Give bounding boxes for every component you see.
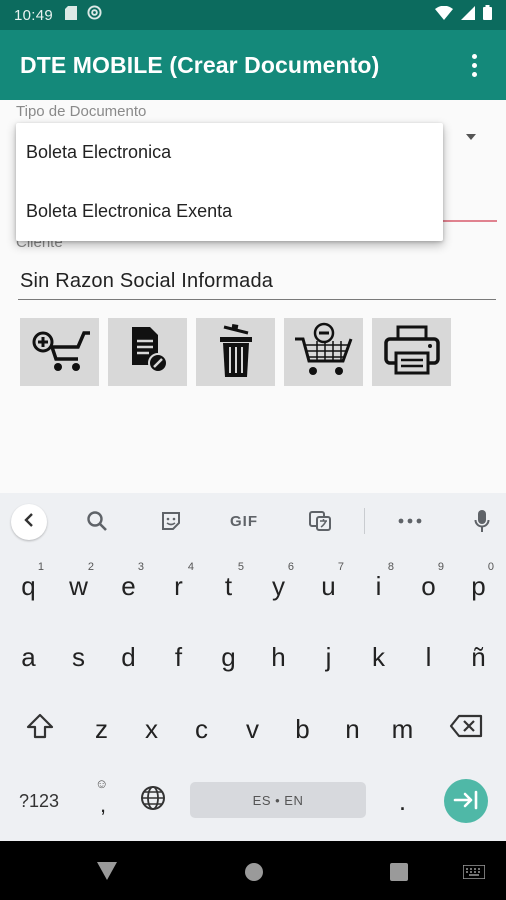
key-y[interactable]: y6 <box>254 561 303 611</box>
key-i[interactable]: i8 <box>354 561 403 611</box>
dropdown-option-boleta-exenta[interactable]: Boleta Electronica Exenta <box>16 182 443 241</box>
enter-key[interactable] <box>444 779 488 823</box>
back-triangle-icon[interactable] <box>97 862 117 885</box>
microphone-icon[interactable] <box>470 507 494 535</box>
signal-icon <box>461 5 475 25</box>
wifi-icon <box>435 5 453 25</box>
delete-button[interactable] <box>196 318 275 386</box>
key-c[interactable]: c <box>177 704 226 754</box>
keyboard-toolbar: GIF <box>0 493 506 549</box>
emoji-hint-icon: ☺ <box>95 776 109 791</box>
print-button[interactable] <box>372 318 451 386</box>
key-x[interactable]: x <box>127 704 176 754</box>
status-time: 10:49 <box>14 6 54 24</box>
sd-card-icon <box>65 5 78 25</box>
key-t[interactable]: t5 <box>204 561 253 611</box>
more-vert-icon[interactable] <box>462 45 486 85</box>
shift-icon <box>26 713 54 746</box>
search-icon[interactable] <box>84 507 110 535</box>
cliente-input[interactable]: Sin Razon Social Informada <box>20 270 496 300</box>
shift-key[interactable] <box>12 704 68 754</box>
battery-icon <box>483 5 492 25</box>
home-circle-icon[interactable] <box>244 862 264 887</box>
printer-icon <box>382 323 442 382</box>
space-key[interactable]: ES • EN <box>190 782 366 818</box>
key-a[interactable]: a <box>4 632 53 682</box>
key-g[interactable]: g <box>204 632 253 682</box>
remove-from-cart-icon <box>291 321 357 384</box>
key-o[interactable]: o9 <box>404 561 453 611</box>
key-k[interactable]: k <box>354 632 403 682</box>
add-to-cart-icon <box>28 323 92 382</box>
key-v[interactable]: v <box>228 704 277 754</box>
key-p[interactable]: p0 <box>454 561 503 611</box>
add-to-cart-button[interactable] <box>20 318 99 386</box>
recents-square-icon[interactable] <box>390 863 408 886</box>
keyboard-collapse-button[interactable] <box>11 504 47 540</box>
key-h[interactable]: h <box>254 632 303 682</box>
symbols-key[interactable]: ?123 <box>6 776 72 826</box>
app-bar: DTE MOBILE (Crear Documento) <box>0 30 506 100</box>
navigation-bar <box>0 841 506 900</box>
trash-icon <box>214 321 258 384</box>
key-b[interactable]: b <box>278 704 327 754</box>
status-bar: 10:49 <box>0 0 506 30</box>
backspace-icon <box>449 714 483 745</box>
keyboard-switch-icon[interactable] <box>462 864 486 884</box>
cliente-underline <box>18 299 496 300</box>
at-sign-icon <box>87 5 102 25</box>
chevron-left-icon <box>22 512 36 533</box>
arrow-right-tab-icon <box>453 786 479 817</box>
translate-icon[interactable] <box>306 507 334 535</box>
period-key[interactable]: . <box>378 776 427 826</box>
dropdown-arrow-icon[interactable] <box>466 134 476 140</box>
globe-icon <box>140 785 166 818</box>
key-z[interactable]: z <box>77 704 126 754</box>
key-s[interactable]: s <box>54 632 103 682</box>
backspace-key[interactable] <box>437 704 495 754</box>
toolbar-divider <box>364 508 365 534</box>
create-document-form: Tipo de Documento Boleta Electronica Bol… <box>0 100 506 493</box>
document-edit-icon <box>124 325 172 380</box>
key-u[interactable]: u7 <box>304 561 353 611</box>
edit-document-button[interactable] <box>108 318 187 386</box>
tipo-documento-label: Tipo de Documento <box>16 103 147 120</box>
tipo-documento-dropdown: Boleta Electronica Boleta Electronica Ex… <box>16 123 443 241</box>
sticker-icon[interactable] <box>158 507 184 535</box>
soft-keyboard: GIF q1 w2 e3 r4 t5 y6 u7 i8 o9 p0 a s d … <box>0 493 506 841</box>
dropdown-option-boleta[interactable]: Boleta Electronica <box>16 123 443 182</box>
key-w[interactable]: w2 <box>54 561 103 611</box>
key-l[interactable]: l <box>404 632 453 682</box>
key-n[interactable]: n <box>328 704 377 754</box>
gif-button[interactable]: GIF <box>226 507 262 535</box>
key-e[interactable]: e3 <box>104 561 153 611</box>
key-m[interactable]: m <box>378 704 427 754</box>
more-horiz-icon[interactable] <box>396 507 424 535</box>
key-enye[interactable]: ñ <box>454 632 503 682</box>
key-j[interactable]: j <box>304 632 353 682</box>
language-key[interactable] <box>130 776 176 826</box>
key-d[interactable]: d <box>104 632 153 682</box>
key-r[interactable]: r4 <box>154 561 203 611</box>
remove-from-cart-button[interactable] <box>284 318 363 386</box>
key-f[interactable]: f <box>154 632 203 682</box>
comma-key[interactable]: ☺ , <box>80 776 126 826</box>
key-q[interactable]: q1 <box>4 561 53 611</box>
app-title: DTE MOBILE (Crear Documento) <box>20 51 380 78</box>
